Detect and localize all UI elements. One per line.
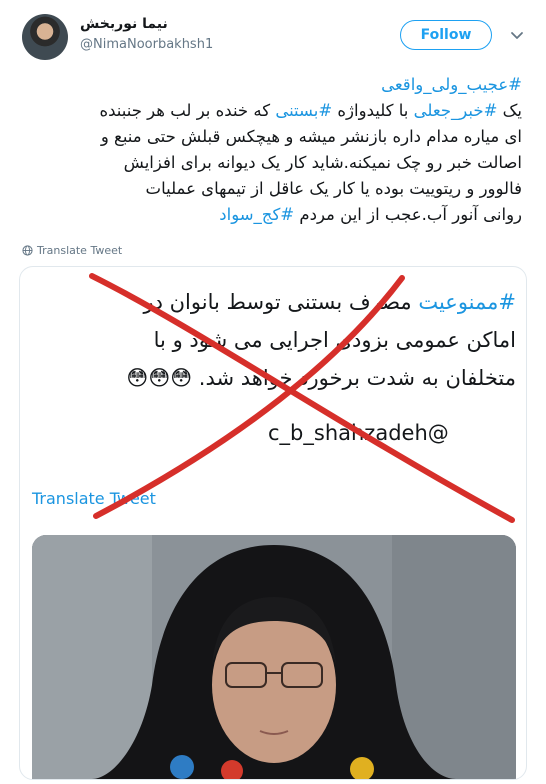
text-span: مصرف بستنی توسط بانوان در (143, 290, 419, 314)
user-handle[interactable]: @NimaNoorbakhsh1 (80, 37, 213, 52)
translate-tweet-link[interactable]: Translate Tweet (22, 244, 122, 257)
translate-label: Translate Tweet (37, 244, 123, 257)
text-line: ای میاره مدام داره بازنشر میشه و هیچکس ق… (100, 127, 522, 146)
text-line: اصالت خبر رو چک نمیکنه.شاید کار یک دیوان… (123, 153, 522, 172)
hashtag-link[interactable]: #خبر_جعلی (414, 101, 498, 120)
text-span: یک (497, 101, 522, 120)
text-line: متخلفان به شدت برخورد خواهد شد. 😳😳😳 (126, 366, 516, 390)
quoted-text: #ممنوعیت مصرف بستنی توسط بانوان در اماکن… (34, 283, 516, 397)
chevron-down-icon[interactable] (508, 26, 526, 44)
display-name[interactable]: نیما نوربخش (80, 16, 168, 32)
hashtag-link[interactable]: #بستنی (275, 101, 332, 120)
text-span: روانی آنور آب.عجب از این مردم (294, 205, 522, 224)
text-line: اماکن عمومی بزودی اجرایی می شود و با (153, 328, 516, 352)
tweet-header: نیما نوربخش @NimaNoorbakhsh1 Follow (0, 0, 546, 64)
text-line: فالوور و ریتوییت بوده یا کار یک عاقل از … (145, 179, 522, 198)
quoted-image[interactable]: #ممنوعیت مصرف بستنی توسط بانوان در اماکن… (19, 266, 527, 780)
follow-button[interactable]: Follow (400, 20, 492, 50)
quoted-handle: c_b_shahzadeh@ (268, 421, 449, 445)
globe-icon (22, 245, 33, 256)
quoted-hashtag: #ممنوعیت (418, 290, 516, 314)
text-span: با کلیدواژه (332, 101, 414, 120)
quoted-translate-label: Translate Tweet (32, 489, 156, 508)
photo (32, 535, 516, 779)
avatar[interactable] (22, 14, 68, 60)
tweet-text: #عجیب_ولی_واقعی یک #خبر_جعلی با کلیدواژه… (22, 72, 522, 228)
hashtag-link[interactable]: #کج_سواد (219, 205, 294, 224)
text-span: که خنده بر لب هر جنبنده (99, 101, 276, 120)
hashtag-link[interactable]: #عجیب_ولی_واقعی (381, 75, 522, 94)
portrait-illustration (32, 535, 516, 779)
